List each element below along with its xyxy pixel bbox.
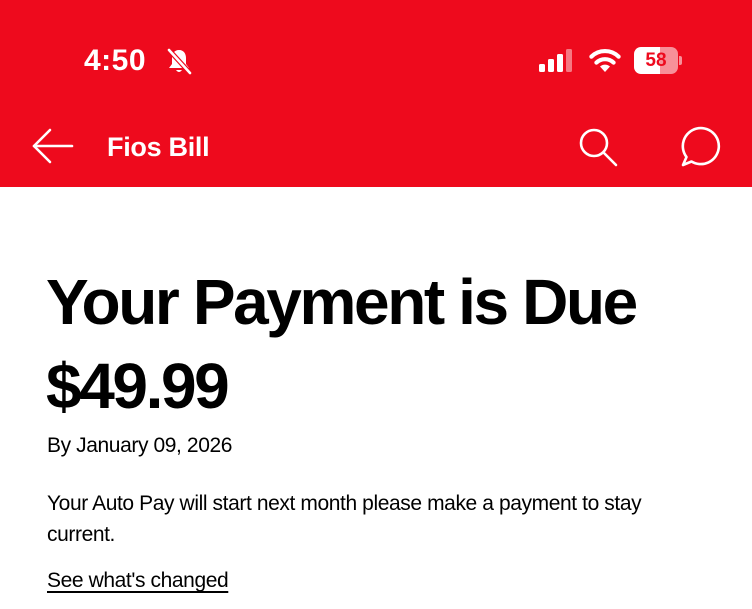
auto-pay-message: Your Auto Pay will start next month plea… [47, 492, 642, 546]
see-whats-changed-link[interactable]: See what's changed [47, 567, 229, 595]
battery-nub [679, 56, 682, 65]
battery-level: 58 [645, 50, 667, 71]
chat-button[interactable] [672, 124, 724, 172]
search-button[interactable] [574, 124, 622, 172]
bell-slash-icon [166, 47, 193, 76]
back-button[interactable] [28, 124, 76, 170]
payment-due-heading: Your Payment is Due [46, 266, 638, 338]
amount-due: $49.99 [46, 350, 230, 422]
battery-icon: 58 [634, 47, 682, 74]
cellular-signal-icon [539, 49, 572, 72]
back-arrow-icon [32, 128, 74, 164]
chat-bubble-icon [681, 126, 721, 167]
status-time: 4:50 [84, 44, 147, 77]
wifi-icon [589, 49, 621, 72]
app-header: 4:50 58 Fios Bill [0, 0, 752, 187]
search-icon [579, 128, 618, 167]
battery-body: 58 [634, 47, 678, 74]
due-date: By January 09, 2026 [47, 434, 233, 457]
page-title: Fios Bill [107, 132, 210, 162]
fios-bill-screen: 4:50 58 Fios Bill Your Payment is Due $4… [0, 0, 752, 609]
